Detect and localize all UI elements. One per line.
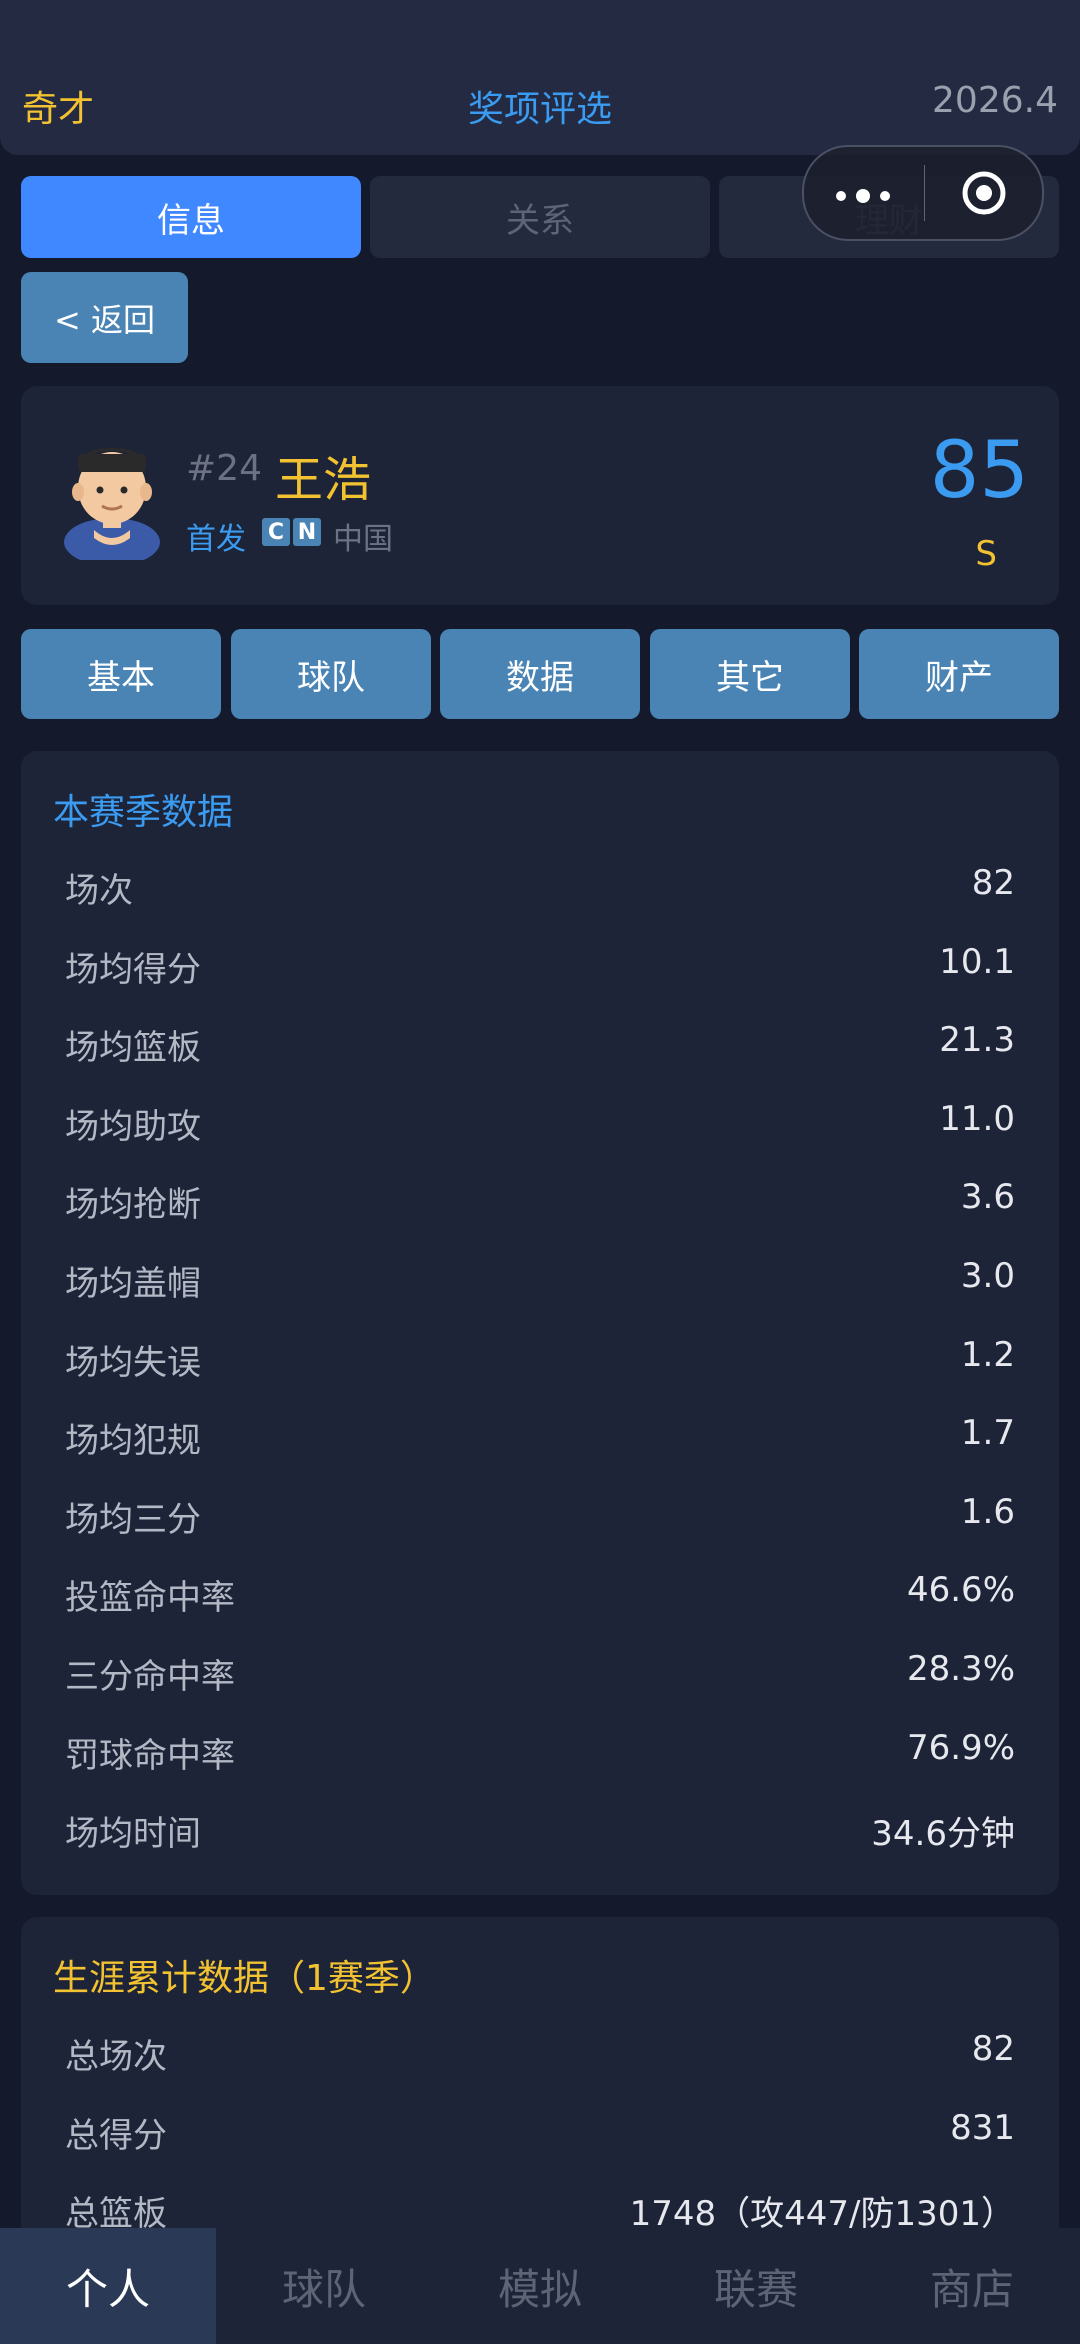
stat-value: 3.6 <box>960 1177 1015 1218</box>
stat-value: 11.0 <box>939 1098 1015 1139</box>
stat-label: 总场次 <box>65 2037 167 2077</box>
stat-value: 21.3 <box>939 1020 1015 1061</box>
subtab-other[interactable]: 其它 <box>650 629 850 719</box>
subtab-basic[interactable]: 基本 <box>21 629 221 719</box>
stat-value: 1.6 <box>960 1491 1015 1532</box>
subtab-assets[interactable]: 财产 <box>859 629 1059 719</box>
more-options-icon[interactable] <box>836 189 892 203</box>
stat-label: 场均助攻 <box>65 1106 201 1147</box>
nav-simulate[interactable]: 模拟 <box>432 2228 648 2344</box>
flag-c: C <box>262 518 290 546</box>
nav-league[interactable]: 联赛 <box>648 2228 864 2344</box>
flag-n: N <box>293 518 321 546</box>
season-date: 2026.4 <box>932 80 1058 121</box>
stat-label: 罚球命中率 <box>65 1735 235 1776</box>
stat-value: 28.3% <box>906 1649 1015 1689</box>
player-number: #24 <box>186 448 262 489</box>
stat-label: 场次 <box>65 871 133 911</box>
player-card: #24 王浩 首发 C N 中国 85 S <box>21 386 1059 605</box>
stat-value: 831 <box>950 2107 1015 2148</box>
player-name: 王浩 <box>275 452 372 508</box>
stat-label: 三分命中率 <box>65 1657 235 1697</box>
player-avatar <box>64 448 160 560</box>
stat-value: 34.6分钟 <box>871 1814 1015 1855</box>
tab-info[interactable]: 信息 <box>21 176 361 258</box>
subtab-stats[interactable]: 数据 <box>440 629 640 719</box>
top-header: 奇才 奖项评选 2026.4 <box>0 0 1080 155</box>
subtab-team[interactable]: 球队 <box>231 629 431 719</box>
nav-personal[interactable]: 个人 <box>0 2228 216 2344</box>
stat-value: 1.2 <box>960 1334 1015 1375</box>
stat-value: 82 <box>971 863 1015 903</box>
nav-team[interactable]: 球队 <box>216 2228 432 2344</box>
season-stats-title: 本赛季数据 <box>53 792 234 833</box>
miniprogram-capsule <box>802 145 1044 241</box>
stat-label: 场均三分 <box>65 1499 201 1540</box>
player-rating: 85 <box>929 426 1029 516</box>
season-stats-card: 本赛季数据 场次 82 场均得分 10.1 场均篮板 21.3 场均助攻 11.0 场均抢断 3.… <box>21 751 1059 1895</box>
capsule-divider <box>924 165 925 221</box>
close-miniprogram-icon[interactable] <box>960 169 1008 217</box>
bottom-nav: 个人 球队 模拟 联赛 商店 <box>0 2228 1080 2344</box>
stat-label: 总得分 <box>65 2115 167 2156</box>
back-button[interactable]: < 返回 <box>21 272 188 363</box>
stat-label: 场均盖帽 <box>65 1264 201 1304</box>
player-grade: S <box>975 534 997 574</box>
stat-label: 场均篮板 <box>65 1028 201 1069</box>
stat-label: 投篮命中率 <box>65 1578 235 1619</box>
stat-label: 场均时间 <box>65 1814 201 1855</box>
career-stats-title: 生涯累计数据（1赛季） <box>53 1958 436 1999</box>
stat-value: 76.9% <box>906 1727 1015 1768</box>
tab-relations[interactable]: 关系 <box>370 176 710 258</box>
player-country: 中国 <box>333 522 393 557</box>
stat-label: 场均抢断 <box>65 1185 201 1226</box>
stat-value: 1.7 <box>960 1413 1015 1454</box>
stat-value: 10.1 <box>939 941 1015 982</box>
stat-value: 3.0 <box>960 1256 1015 1296</box>
awards-link[interactable]: 奖项评选 <box>0 80 1080 132</box>
nav-shop[interactable]: 商店 <box>864 2228 1080 2344</box>
stat-value: 82 <box>971 2029 1015 2069</box>
stat-label: 场均得分 <box>65 949 201 990</box>
stat-value: 46.6% <box>906 1570 1015 1611</box>
stat-label: 场均犯规 <box>65 1421 201 1462</box>
stat-label: 场均失误 <box>65 1342 201 1383</box>
player-status: 首发 <box>186 522 246 557</box>
